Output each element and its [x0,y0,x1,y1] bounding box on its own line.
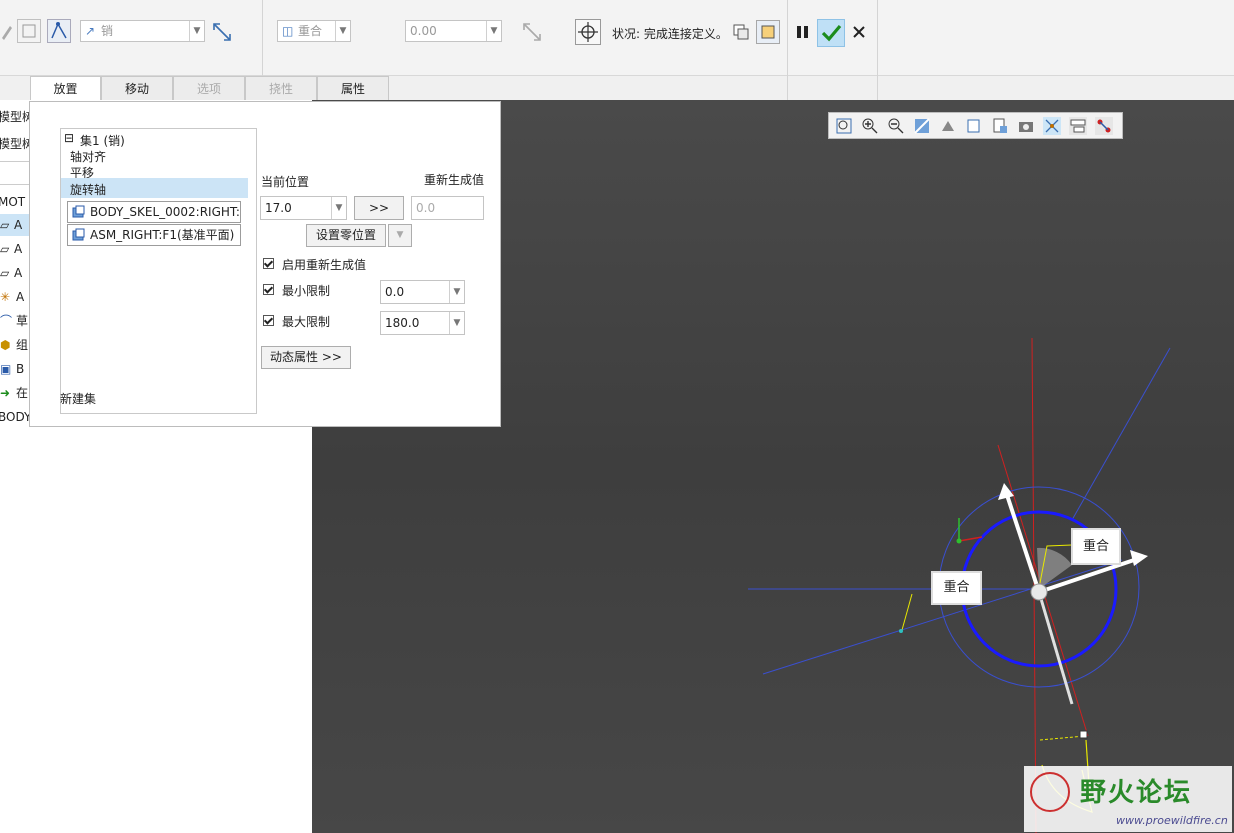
tab-flexibility[interactable]: 挠性 [245,76,317,101]
view-manager-icon[interactable] [991,117,1009,135]
min-limit-input[interactable]: 0.0 ▼ [380,280,465,304]
regen-value-input[interactable]: 0.0 [411,196,484,220]
tab-placement[interactable]: 放置 [30,76,101,103]
perspective-view-icon[interactable] [1017,117,1035,135]
copy-position-button[interactable]: >> [354,196,404,220]
min-limit-label: 最小限制 [282,284,331,298]
datum-plane-icon: ▱ [0,218,10,232]
constraint-axis-align[interactable]: 轴对齐 [70,148,106,165]
placement-target-icon[interactable] [575,19,601,45]
cancel-icon[interactable] [851,24,867,40]
tab-move[interactable]: 移动 [101,76,173,101]
collapse-icon[interactable]: ⊟ [64,131,74,145]
coincident-label[interactable]: 重合 [1071,528,1121,565]
annotation-display-icon[interactable] [1069,117,1087,135]
datum-plane-icon: ▱ [0,266,10,280]
coincident-icon: ◫ [282,24,294,38]
zoom-out-icon[interactable] [887,117,905,135]
offset-type-dropdown[interactable]: ◫ 重合 ▼ [277,20,351,42]
max-limit-checkbox[interactable] [263,315,274,326]
display-style-icon[interactable] [939,117,957,135]
forum-watermark: 野火论坛 www.proewildfire.cn [1024,766,1232,832]
chevron-down-icon: ▼ [396,230,404,240]
coordinate-system-icon: ✳ [0,290,11,304]
dynamic-properties-button[interactable]: 动态属性 >> [261,346,351,369]
max-limit-label: 最大限制 [282,315,331,329]
min-limit-checkbox[interactable] [263,284,274,295]
edit-icon[interactable] [0,20,14,44]
insert-here-icon: ➜ [0,386,11,400]
regen-value-label: 重新生成值 [424,173,485,187]
constraint-type-dropdown[interactable]: ↗ 销 ▼ [80,20,205,42]
tab-properties[interactable]: 属性 [317,76,389,101]
list-item[interactable]: BODY [0,406,31,428]
sketch-icon: ⌒ [0,314,13,328]
list-item[interactable]: ⬢ 组 [0,334,28,356]
coincident-label[interactable]: 重合 [931,571,982,605]
mechanism-connection-icon[interactable] [47,19,71,43]
chevron-down-icon: ▼ [331,197,346,219]
constraint-rotation-axis[interactable]: 旋转轴 [61,178,248,198]
flip-direction-icon[interactable] [210,20,234,44]
list-item[interactable]: ▱ A [0,262,22,284]
separate-window-icon[interactable] [731,22,751,42]
pause-icon[interactable] [794,22,812,42]
zoom-in-icon[interactable] [861,117,879,135]
tab-options[interactable]: 选项 [173,76,245,101]
enable-regen-label: 启用重新生成值 [282,258,367,272]
chevron-down-icon: ▼ [449,312,464,334]
refit-icon[interactable] [835,117,853,135]
repaint-icon[interactable] [913,117,931,135]
reference-collector[interactable]: BODY_SKEL_0002:RIGHT: [67,201,241,223]
list-item[interactable]: ▱ A [0,214,30,236]
new-set-link[interactable]: 新建集 [60,390,96,407]
chevron-down-icon: ▼ [486,21,501,41]
drag-arrow-head [998,483,1014,500]
list-item[interactable]: ⌒ 草 [0,310,28,332]
watermark-logo-icon [1030,772,1070,812]
component-icon: ⬢ [0,338,11,352]
pivot-point [1030,583,1048,601]
list-item[interactable]: ✳ A [0,286,24,308]
list-item[interactable]: MOT [0,191,25,213]
connection-display-icon[interactable] [1095,117,1113,135]
list-item[interactable]: ▣ B [0,358,24,380]
3d-preview-icon[interactable] [756,20,780,44]
part-icon: ▣ [0,362,12,376]
confirm-button[interactable] [817,19,845,47]
list-item[interactable]: ▱ A [0,238,22,260]
set-zero-position-button[interactable]: 设置零位置 [306,224,386,247]
datum-display-icon[interactable] [1043,117,1061,135]
flip-offset-icon[interactable] [520,20,544,44]
reference-collector[interactable]: ASM_RIGHT:F1(基准平面) [67,224,241,246]
datum-plane-icon: ▱ [0,242,10,256]
drag-arrow [1005,494,1041,593]
connection-status: 状况: 完成连接定义。 [612,27,728,41]
current-position-input[interactable]: 17.0 ▼ [260,196,347,220]
set-title[interactable]: 集1 (销) [80,132,125,149]
set-zero-dropdown[interactable]: ▼ [388,224,412,247]
chevron-down-icon: ▼ [449,281,464,303]
user-defined-icon[interactable] [17,19,41,43]
checkmark-icon [821,24,842,42]
ribbon-toolbar: ↗ 销 ▼ ◫ 重合 ▼ 0.00 ▼ 状况: 完成连接定义。 [0,0,1234,100]
chevron-down-icon: ▼ [335,21,350,41]
pin-constraint-icon: ↗ [85,24,96,38]
datum-plane-reference-icon [72,205,86,219]
max-limit-input[interactable]: 180.0 ▼ [380,311,465,335]
list-item[interactable]: ➜ 在 [0,382,28,404]
saved-orientations-icon[interactable] [965,117,983,135]
current-position-label: 当前位置 [261,175,310,189]
view-toolbar [828,112,1123,139]
drag-arrow-head [1130,550,1148,566]
offset-value-input[interactable]: 0.00 ▼ [405,20,502,42]
datum-axis-line [1071,347,1171,521]
enable-regen-checkbox[interactable] [263,258,274,269]
chevron-down-icon: ▼ [189,21,204,41]
datum-plane-reference-icon [72,228,86,242]
